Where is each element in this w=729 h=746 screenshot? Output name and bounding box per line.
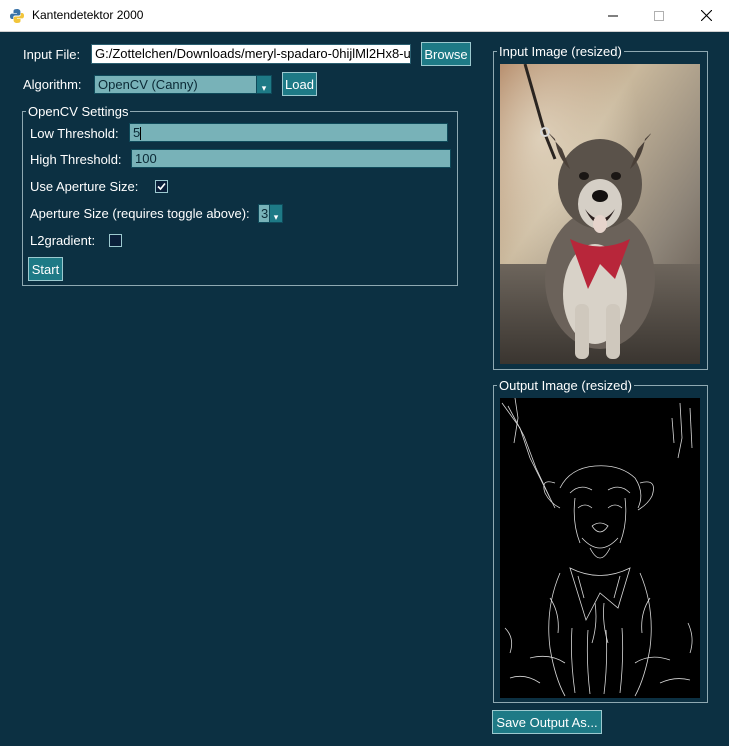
maximize-button[interactable] bbox=[636, 0, 682, 31]
l2gradient-checkbox[interactable] bbox=[109, 234, 122, 247]
load-button[interactable]: Load bbox=[282, 72, 317, 96]
title-bar: Kantendetektor 2000 bbox=[0, 0, 729, 32]
algorithm-selected-value: OpenCV (Canny) bbox=[98, 77, 198, 92]
python-app-icon bbox=[9, 8, 25, 24]
opencv-settings-title: OpenCV Settings bbox=[26, 104, 131, 119]
text-cursor bbox=[140, 127, 142, 141]
low-threshold-value: 5 bbox=[133, 125, 141, 140]
minimize-icon bbox=[608, 15, 618, 16]
low-threshold-label: Low Threshold: bbox=[30, 126, 119, 141]
close-icon bbox=[700, 10, 712, 21]
maximize-icon bbox=[654, 10, 664, 21]
close-button[interactable] bbox=[683, 0, 729, 31]
chevron-down-icon[interactable]: ▾ bbox=[269, 205, 282, 222]
browse-button[interactable]: Browse bbox=[421, 42, 471, 66]
start-button[interactable]: Start bbox=[28, 257, 63, 281]
l2gradient-label: L2gradient: bbox=[30, 233, 96, 248]
algorithm-label: Algorithm: bbox=[23, 77, 82, 92]
window-title: Kantendetektor 2000 bbox=[32, 8, 144, 22]
use-aperture-checkbox[interactable] bbox=[155, 180, 168, 193]
input-image bbox=[500, 64, 700, 364]
output-image-title: Output Image (resized) bbox=[497, 378, 634, 393]
algorithm-select[interactable]: OpenCV (Canny) ▾ bbox=[94, 75, 272, 94]
input-image-title: Input Image (resized) bbox=[497, 44, 624, 59]
main-content: Input File: G:/Zottelchen/Downloads/mery… bbox=[0, 32, 729, 746]
chevron-down-icon[interactable]: ▾ bbox=[256, 76, 271, 93]
output-image bbox=[500, 398, 700, 698]
input-file-label: Input File: bbox=[23, 47, 81, 62]
save-output-button[interactable]: Save Output As... bbox=[492, 710, 602, 734]
aperture-size-value: 3 bbox=[261, 206, 269, 221]
aperture-size-select[interactable]: 3 ▾ bbox=[258, 204, 283, 223]
use-aperture-label: Use Aperture Size: bbox=[30, 179, 139, 194]
aperture-size-label: Aperture Size (requires toggle above): bbox=[30, 206, 250, 221]
high-threshold-label: High Threshold: bbox=[30, 152, 122, 167]
input-file-field[interactable]: G:/Zottelchen/Downloads/meryl-spadaro-0h… bbox=[91, 44, 411, 64]
low-threshold-field[interactable]: 5 bbox=[129, 123, 448, 142]
minimize-button[interactable] bbox=[590, 0, 636, 31]
checkmark-icon bbox=[157, 182, 166, 191]
high-threshold-field[interactable]: 100 bbox=[131, 149, 451, 168]
